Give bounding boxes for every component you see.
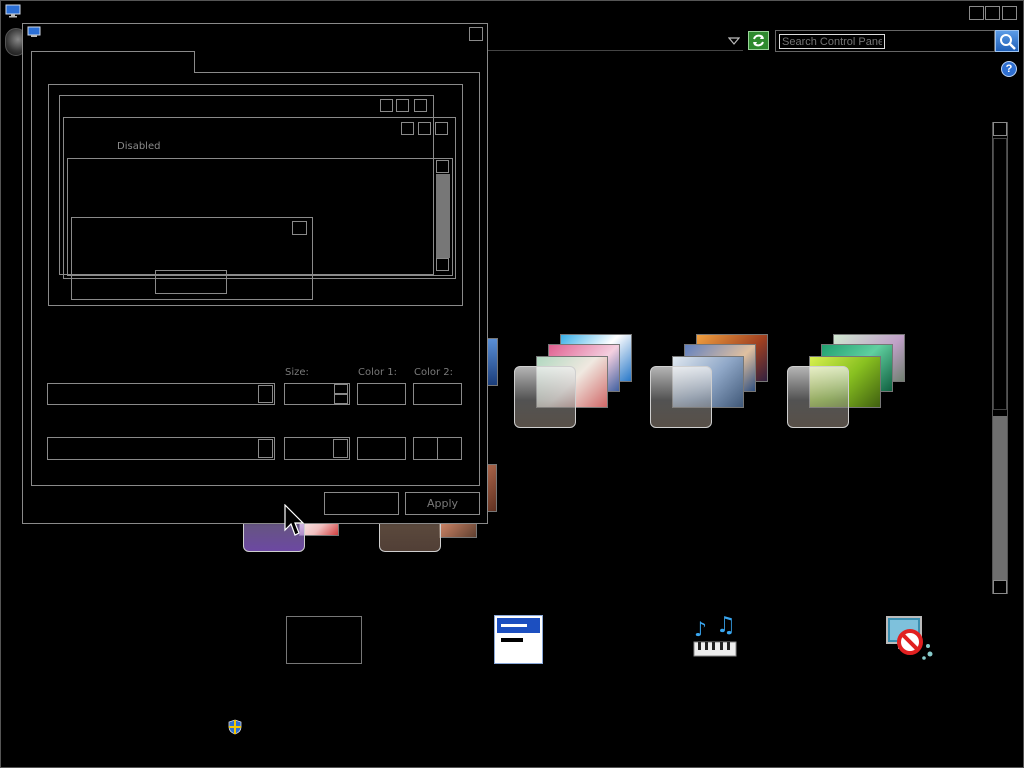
preview-scroll-down <box>436 258 449 271</box>
italic-toggle[interactable] <box>437 437 462 460</box>
theme-glass <box>787 366 849 428</box>
preview-scroll-thumb <box>436 174 450 258</box>
dialog-app-icon <box>27 26 41 38</box>
preview-disabled-label: Disabled <box>117 141 161 152</box>
color1-picker[interactable] <box>357 383 406 405</box>
font-select[interactable] <box>47 437 275 460</box>
item-select-dropdown[interactable] <box>258 385 273 403</box>
preview-message-ok-button <box>155 270 227 294</box>
font-size-dropdown[interactable] <box>333 439 348 458</box>
theme-thumbnail-flowers[interactable] <box>514 332 639 432</box>
screen-saver-icon[interactable] <box>884 614 936 664</box>
preview-inactive-maximize <box>396 99 409 112</box>
monitor-icon <box>5 4 21 18</box>
theme-glass <box>650 366 712 428</box>
uac-shield-icon <box>228 719 242 735</box>
item-select[interactable] <box>47 383 275 405</box>
preview-scroll-up <box>436 160 449 173</box>
scroll-up-button[interactable] <box>993 122 1007 136</box>
preview-active-minimize <box>401 122 414 135</box>
color2-label: Color 2: <box>414 367 454 378</box>
sounds-icon[interactable]: ♪ ♫ <box>690 613 742 662</box>
maximize-button[interactable] <box>985 6 1000 20</box>
color2-picker[interactable] <box>413 383 462 405</box>
svg-text:♫: ♫ <box>716 614 736 638</box>
refresh-icon[interactable] <box>748 31 769 50</box>
preview-active-maximize <box>418 122 431 135</box>
close-button[interactable] <box>1002 6 1017 20</box>
size-down-button[interactable] <box>334 394 348 404</box>
desktop-background-icon[interactable] <box>286 616 362 664</box>
apply-button[interactable]: Apply <box>405 492 480 515</box>
preview-active-close <box>435 122 448 135</box>
theme-glass <box>514 366 576 428</box>
scroll-thumb[interactable] <box>993 416 1007 580</box>
dialog-tab[interactable] <box>31 51 195 73</box>
color1-label: Color 1: <box>358 367 398 378</box>
chevron-down-icon[interactable] <box>727 36 741 46</box>
preview-inactive-minimize <box>380 99 393 112</box>
scroll-track[interactable] <box>993 138 1007 410</box>
preview-inactive-close <box>414 99 427 112</box>
svg-text:♪: ♪ <box>694 617 707 641</box>
help-icon[interactable]: ? <box>1001 61 1017 77</box>
theme-thumbnail-nature[interactable] <box>787 332 912 432</box>
size-label: Size: <box>285 367 309 378</box>
address-bar[interactable] <box>488 30 743 51</box>
minimize-button[interactable] <box>969 6 984 20</box>
size-up-button[interactable] <box>334 384 348 394</box>
search-input[interactable] <box>779 34 885 49</box>
window-color-icon[interactable] <box>494 615 543 664</box>
theme-thumbnail-landscapes[interactable] <box>650 332 775 432</box>
font-color-picker[interactable] <box>357 437 406 460</box>
tab-panel-top-edge <box>194 72 480 73</box>
font-select-dropdown[interactable] <box>258 439 273 458</box>
preview-message-close <box>292 221 307 235</box>
dialog-close-button[interactable] <box>469 27 483 41</box>
ok-button[interactable] <box>324 492 399 515</box>
bold-toggle[interactable] <box>413 437 438 460</box>
mouse-cursor-icon <box>284 503 305 538</box>
scroll-down-button[interactable] <box>993 580 1007 594</box>
search-icon[interactable] <box>995 30 1019 52</box>
